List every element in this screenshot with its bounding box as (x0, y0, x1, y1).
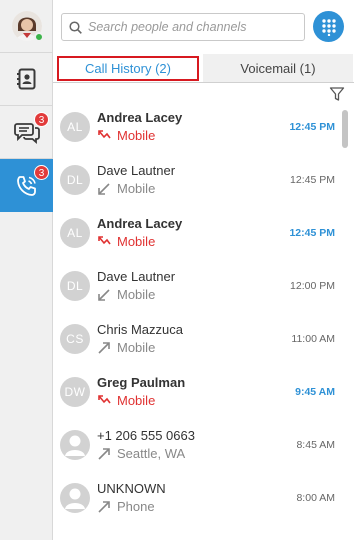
call-detail-label: Mobile (117, 287, 156, 302)
call-detail: Mobile (97, 287, 155, 302)
contact-name: Dave Lautner (97, 269, 176, 284)
contact-avatar: DL (60, 271, 90, 301)
contact-avatar: AL (60, 218, 90, 248)
contacts-icon (16, 68, 35, 90)
call-detail-label: Mobile (117, 181, 156, 196)
call-time: 12:45 PM (290, 174, 335, 186)
contact-avatar (60, 483, 90, 513)
call-detail-label: Mobile (117, 128, 156, 143)
user-avatar (11, 11, 44, 42)
search-icon (69, 20, 82, 34)
call-row[interactable]: DL Dave Lautner Mobile 12:45 PM (53, 154, 339, 207)
search-input[interactable] (88, 20, 298, 34)
outgoing-call-icon (98, 341, 110, 354)
contact-name: +1 206 555 0663 (97, 428, 195, 443)
missed-call-icon (98, 394, 111, 403)
search-box[interactable] (61, 13, 305, 41)
call-detail-label: Mobile (117, 340, 156, 355)
call-time: 11:00 AM (291, 333, 335, 345)
call-row[interactable]: DW Greg Paulman Mobile 9:45 AM (53, 366, 339, 419)
chat-button[interactable]: 3 (0, 106, 53, 159)
dialpad-button[interactable] (313, 11, 344, 42)
tab-voicemail[interactable]: Voicemail (1) (203, 54, 353, 82)
contact-initials: AL (67, 226, 83, 240)
contact-name: Dave Lautner (97, 163, 176, 178)
call-time: 9:45 AM (295, 386, 335, 398)
contact-avatar: DL (60, 165, 90, 195)
call-detail: Mobile (97, 181, 155, 196)
left-rail: 3 3 (0, 0, 53, 540)
call-time: 12:00 PM (290, 280, 335, 292)
profile-button[interactable] (0, 0, 53, 53)
contact-name: Chris Mazzuca (97, 322, 183, 337)
call-detail: Phone (97, 499, 155, 514)
call-row[interactable]: +1 206 555 0663 Seattle, WA 8:45 AM (53, 419, 339, 472)
missed-call-icon (98, 235, 111, 244)
call-time: 8:45 AM (296, 439, 335, 451)
outgoing-call-icon (98, 447, 110, 460)
contact-name: Andrea Lacey (97, 216, 183, 231)
scrollbar-track[interactable] (341, 101, 349, 540)
call-time: 12:45 PM (289, 227, 335, 239)
call-detail: Seattle, WA (97, 446, 185, 461)
call-time: 8:00 AM (296, 492, 335, 504)
outgoing-call-icon (98, 500, 110, 513)
contact-avatar (60, 430, 90, 460)
contact-name: UNKNOWN (97, 481, 166, 496)
dialpad-icon (321, 18, 336, 36)
missed-call-icon (98, 129, 111, 138)
contact-avatar: DW (60, 377, 90, 407)
contacts-button[interactable] (0, 53, 53, 106)
contact-initials: DL (66, 279, 84, 293)
incoming-call-icon (98, 182, 110, 195)
call-detail: Mobile (97, 234, 155, 249)
contact-initials: CS (66, 332, 84, 346)
call-detail: Mobile (97, 340, 155, 355)
filter-icon[interactable] (329, 86, 345, 102)
contact-initials: DW (64, 385, 86, 399)
call-time: 12:45 PM (289, 121, 335, 133)
call-detail: Mobile (97, 128, 155, 143)
unknown-contact-icon (65, 488, 85, 509)
online-status-dot (33, 32, 44, 42)
incoming-call-icon (98, 288, 110, 301)
tab-call-history[interactable]: Call History (2) (57, 56, 199, 81)
contact-initials: DL (66, 173, 84, 187)
contact-avatar: AL (60, 112, 90, 142)
call-detail-label: Phone (117, 499, 155, 514)
call-row[interactable]: AL Andrea Lacey Mobile 12:45 PM (53, 101, 339, 154)
call-detail-label: Mobile (117, 234, 156, 249)
contact-name: Andrea Lacey (97, 110, 183, 125)
call-detail: Mobile (97, 393, 155, 408)
call-detail-label: Mobile (117, 393, 156, 408)
calls-button[interactable]: 3 (0, 159, 53, 212)
contact-avatar: CS (60, 324, 90, 354)
calls-missed-badge: 3 (34, 165, 49, 180)
call-detail-label: Seattle, WA (117, 446, 186, 461)
chat-unread-badge: 3 (34, 112, 49, 127)
call-row[interactable]: UNKNOWN Phone 8:00 AM (53, 472, 339, 525)
unknown-contact-icon (65, 435, 85, 456)
scrollbar-thumb[interactable] (342, 110, 348, 148)
call-row[interactable]: AL Andrea Lacey Mobile 12:45 PM (53, 207, 339, 260)
call-row[interactable]: CS Chris Mazzuca Mobile 11:00 AM (53, 313, 339, 366)
contact-initials: AL (67, 120, 83, 134)
contact-name: Greg Paulman (97, 375, 186, 390)
call-tabs: Call History (2) Voicemail (1) (53, 54, 354, 83)
call-row[interactable]: DL Dave Lautner Mobile 12:00 PM (53, 260, 339, 313)
